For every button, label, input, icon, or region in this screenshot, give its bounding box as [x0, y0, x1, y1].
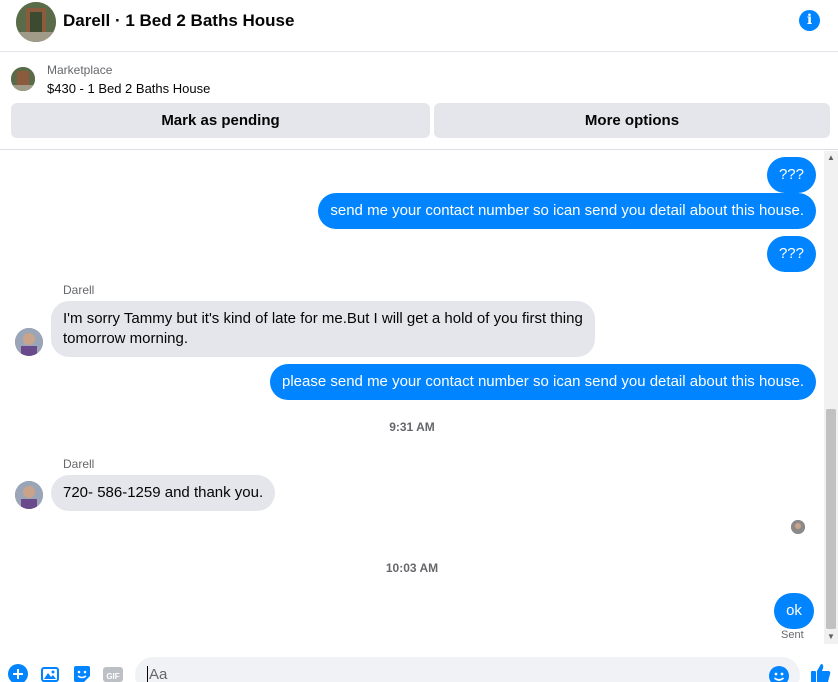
listing-title[interactable]: $430 - 1 Bed 2 Baths House	[47, 81, 210, 96]
message-line: tomorrow morning.	[63, 330, 189, 347]
timestamp: 9:31 AM	[389, 420, 435, 434]
contact-avatar[interactable]	[15, 328, 43, 356]
message-bubble-incoming[interactable]: I'm sorry Tammy but it's kind of late fo…	[51, 301, 595, 357]
conversation-title: Darell · 1 Bed 2 Baths House	[63, 11, 295, 30]
sender-name: Darell	[63, 283, 95, 297]
composer-bar: GIF Aa	[0, 654, 838, 682]
message-input[interactable]: Aa	[147, 666, 167, 682]
scroll-up-arrow[interactable]: ▲	[824, 153, 838, 163]
message-bubble-incoming[interactable]: 720- 586-1259 and thank you.	[51, 475, 276, 511]
message-bubble-outgoing[interactable]: ok	[774, 593, 814, 629]
message-line: I'm sorry Tammy but it's kind of late fo…	[63, 310, 583, 327]
more-options-button[interactable]: More options	[434, 103, 830, 138]
sender-name: Darell	[63, 457, 95, 471]
info-icon[interactable]: i	[799, 10, 820, 31]
emoji-icon[interactable]	[769, 666, 789, 682]
marketplace-label: Marketplace	[47, 63, 113, 77]
gif-icon[interactable]: GIF	[103, 664, 123, 682]
listing-thumbnail[interactable]	[11, 67, 35, 91]
scroll-thumb[interactable]	[826, 409, 836, 629]
contact-avatar[interactable]	[15, 481, 43, 509]
conversation-header: Darell · 1 Bed 2 Baths House i	[0, 0, 838, 52]
marketplace-panel: Marketplace $430 - 1 Bed 2 Baths House M…	[0, 53, 838, 150]
message-thread[interactable]: ??? send me your contact number so ican …	[0, 151, 838, 654]
mark-as-pending-button[interactable]: Mark as pending	[11, 103, 430, 138]
sticker-icon[interactable]	[72, 664, 92, 682]
message-bubble-outgoing[interactable]: send me your contact number so ican send…	[318, 193, 816, 229]
thumbs-up-icon[interactable]	[810, 662, 831, 682]
timestamp: 10:03 AM	[385, 561, 439, 575]
read-receipt-avatar	[791, 520, 805, 534]
message-input-box[interactable]: Aa	[135, 657, 800, 682]
message-bubble-outgoing[interactable]: please send me your contact number so ic…	[270, 364, 816, 400]
svg-text:GIF: GIF	[106, 672, 119, 681]
photo-icon[interactable]	[40, 664, 60, 682]
listing-avatar[interactable]	[16, 2, 56, 42]
thread-scrollbar[interactable]: ▲ ▼	[824, 151, 838, 644]
message-bubble-outgoing[interactable]: ???	[766, 236, 816, 272]
sent-status: Sent	[781, 629, 804, 641]
message-bubble-outgoing[interactable]: ???	[766, 157, 816, 193]
scroll-down-arrow[interactable]: ▼	[824, 632, 838, 642]
plus-icon[interactable]	[8, 664, 28, 682]
